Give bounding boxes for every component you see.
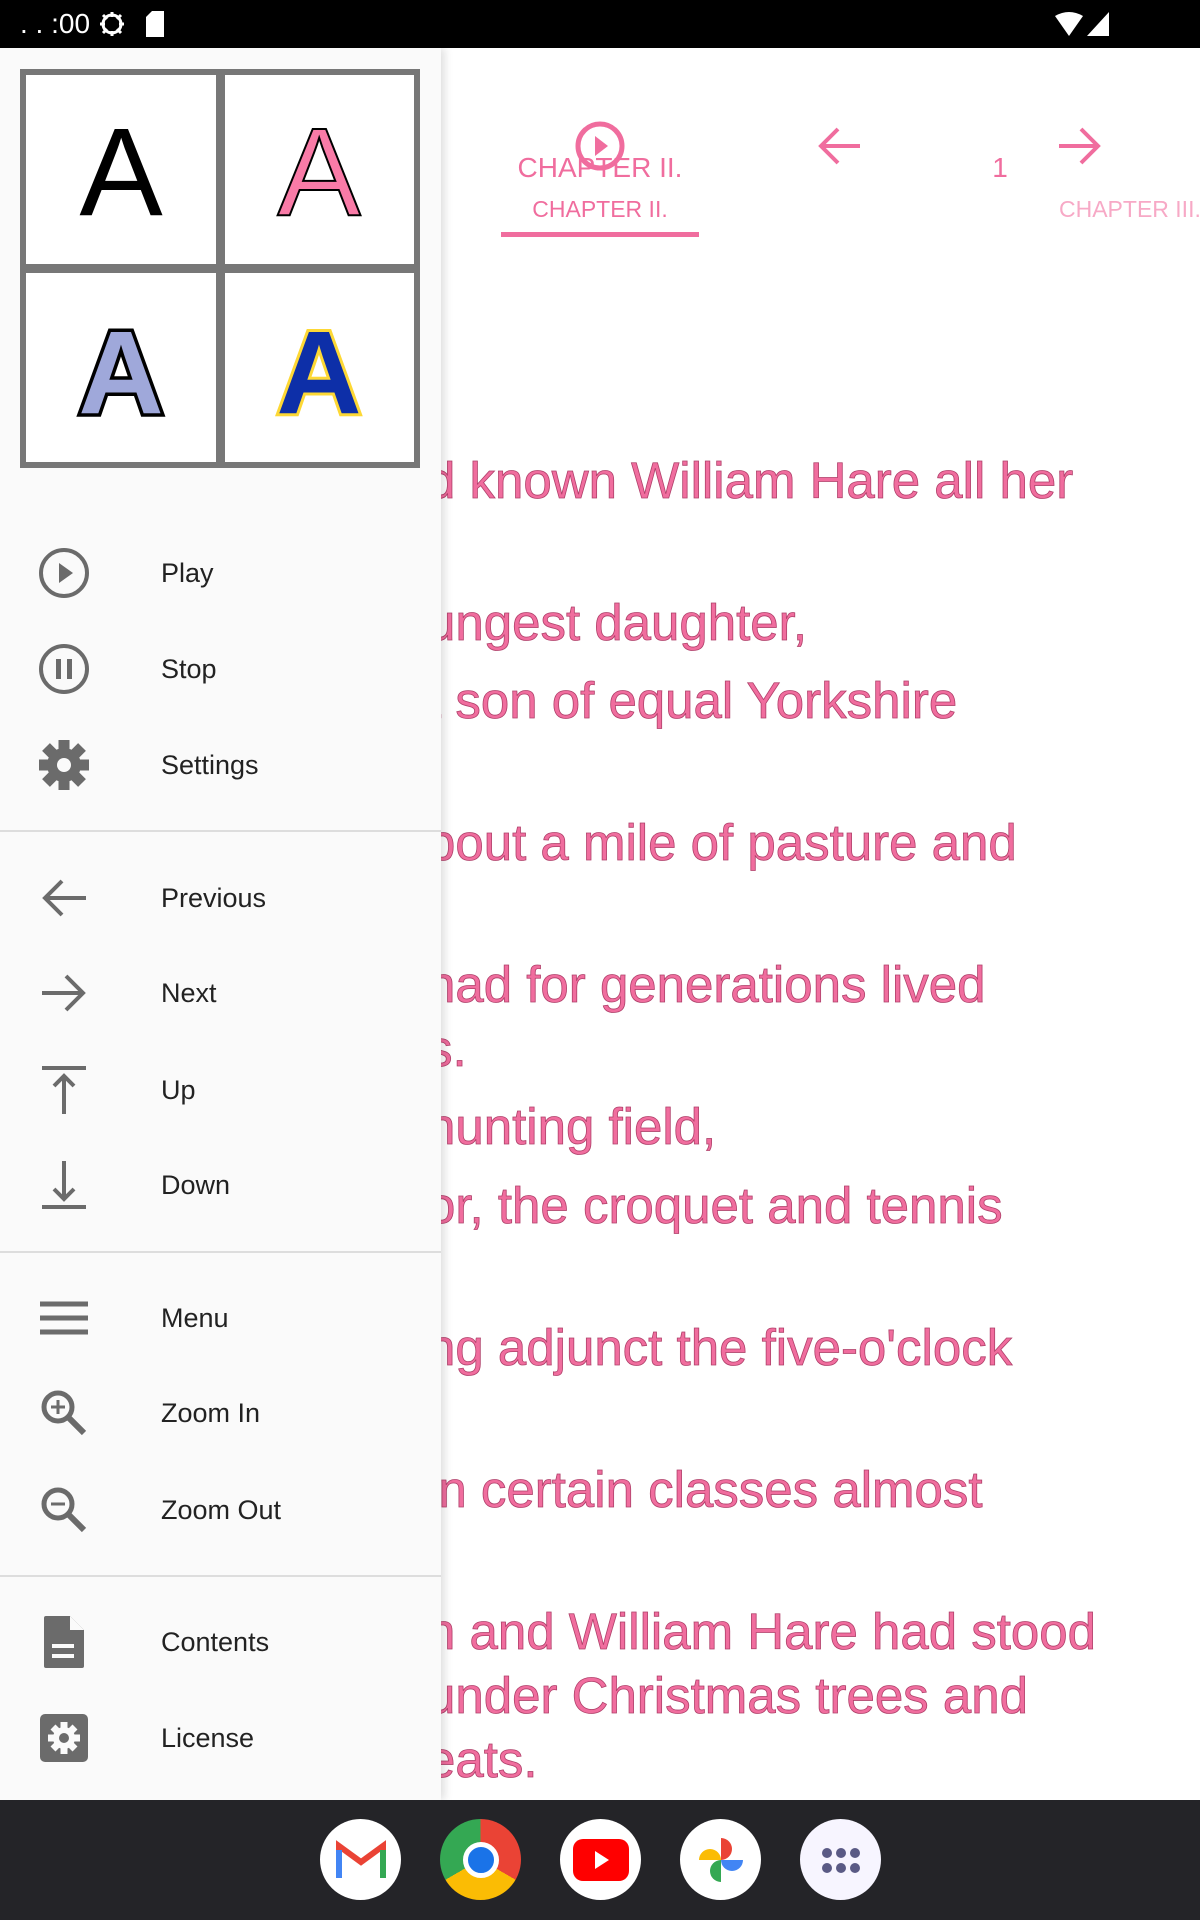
zoom-out-icon (41, 1487, 87, 1533)
text-line: eats. (441, 1731, 538, 1789)
svg-text:A: A (277, 308, 362, 428)
svg-text:A: A (278, 110, 362, 230)
drawer-item-stop[interactable]: Stop (0, 621, 441, 717)
status-bar: . . :00 (0, 0, 1200, 48)
android-debug-icon (100, 12, 124, 36)
text-line: bout a mile of pasture and (441, 814, 1017, 872)
font-style-picker: A A A A (20, 69, 420, 468)
arrow-up-to-line-icon (42, 1066, 86, 1114)
settings-box-icon (40, 1714, 88, 1762)
text-line: had for generations lived (441, 956, 986, 1014)
text-line: s. (441, 1020, 467, 1078)
previous-button[interactable] (810, 116, 870, 176)
drawer-item-zoom-out[interactable]: Zoom Out (0, 1462, 441, 1558)
font-style-blue-yellow[interactable]: A (224, 273, 414, 462)
gear-icon (39, 740, 89, 790)
arrow-right-icon (42, 974, 86, 1012)
text-line: n and William Hare had stood (441, 1603, 1097, 1661)
text-line: ungest daughter, (441, 594, 807, 652)
drawer-item-play[interactable]: Play (0, 525, 441, 621)
drawer-item-next[interactable]: Next (0, 945, 441, 1041)
document-icon (44, 1616, 84, 1668)
zoom-in-icon (41, 1390, 87, 1436)
status-time: . . :00 (20, 8, 91, 39)
drawer-item-down[interactable]: Down (0, 1137, 441, 1233)
tab-chapter-ii[interactable]: CHAPTER II. (501, 196, 699, 223)
text-line: in certain classes almost (441, 1461, 983, 1519)
menu-icon (40, 1301, 88, 1335)
drawer-item-zoom-in[interactable]: Zoom In (0, 1365, 441, 1461)
divider (0, 830, 441, 832)
font-style-lavender-outline[interactable]: A (26, 273, 216, 462)
drawer-item-previous[interactable]: Previous (0, 850, 441, 946)
svg-text:A: A (78, 308, 163, 428)
sd-card-icon (146, 11, 164, 37)
arrow-left-icon (42, 879, 86, 917)
tab-indicator (501, 232, 699, 237)
youtube-app-icon[interactable] (560, 1819, 641, 1900)
chapter-title: CHAPTER II. (517, 152, 683, 183)
drawer-item-contents[interactable]: Contents (0, 1594, 441, 1690)
navigation-drawer: A A A A Play Stop Settings Previous Next… (0, 48, 441, 1800)
font-style-black[interactable]: A (26, 75, 216, 264)
text-line: hunting field, (441, 1098, 717, 1156)
wifi-signal-icon (1055, 12, 1109, 36)
svg-text:A: A (79, 110, 163, 230)
play-circle-icon (39, 548, 89, 598)
text-line: d known William Hare all her (441, 452, 1074, 510)
drawer-item-up[interactable]: Up (0, 1042, 441, 1138)
drawer-item-license[interactable]: License (0, 1690, 441, 1786)
text-line: or, the croquet and tennis (441, 1177, 1003, 1235)
drawer-item-settings[interactable]: Settings (0, 717, 441, 813)
text-line: t son of equal Yorkshire (441, 672, 958, 730)
divider (0, 1251, 441, 1253)
text-line: under Christmas trees and (441, 1667, 1028, 1725)
chrome-app-icon[interactable] (440, 1819, 521, 1900)
pause-circle-icon (39, 644, 89, 694)
page-number: 1 (992, 152, 1008, 183)
app-drawer-icon[interactable] (800, 1819, 881, 1900)
arrow-down-to-line-icon (42, 1161, 86, 1209)
photos-app-icon[interactable] (680, 1819, 761, 1900)
tab-chapter-iii[interactable]: CHAPTER III. (1059, 196, 1200, 223)
gmail-app-icon[interactable] (320, 1819, 401, 1900)
text-line: ng adjunct the five-o'clock (441, 1319, 1013, 1377)
divider (0, 1575, 441, 1577)
font-style-pink[interactable]: A (224, 75, 414, 264)
drawer-item-menu[interactable]: Menu (0, 1270, 441, 1366)
